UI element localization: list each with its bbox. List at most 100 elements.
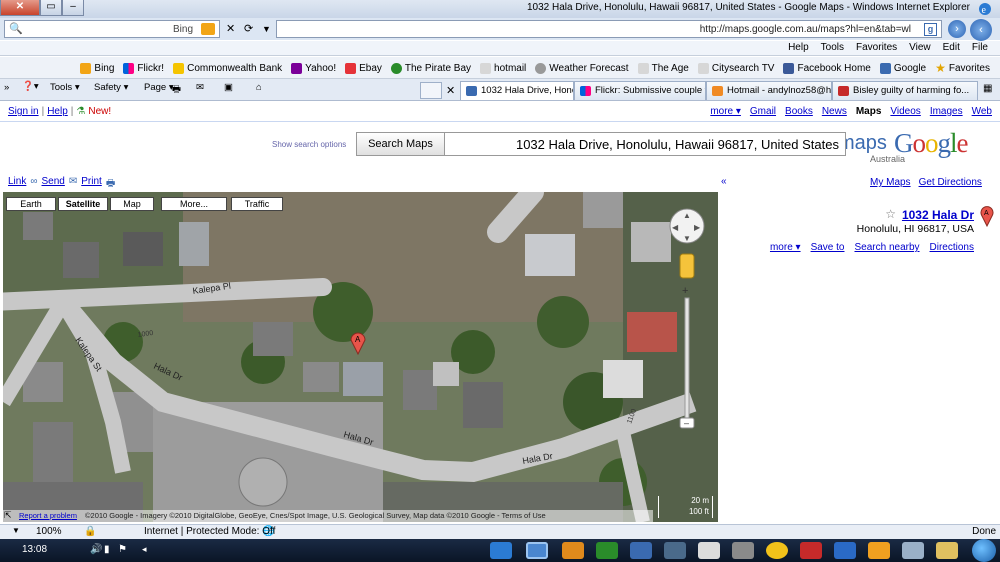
menu-view[interactable]: View	[909, 42, 931, 53]
gbar-web[interactable]: Web	[972, 106, 992, 117]
mail-icon[interactable]: ✉	[196, 82, 204, 93]
fav-hotmail[interactable]: hotmail	[480, 61, 526, 75]
zoom-control[interactable]: ▲ ▼ ◀ ▶ + –	[667, 206, 707, 436]
get-directions-link[interactable]: Get Directions	[919, 177, 982, 188]
fav-pirate-bay[interactable]: The Pirate Bay	[390, 61, 471, 75]
collapse-panel-button[interactable]: «	[721, 176, 727, 187]
fav-weather[interactable]: Weather Forecast	[535, 61, 629, 75]
google-maps-logo[interactable]: maps Google Australia	[838, 128, 994, 166]
result-name[interactable]: 1032 Hala Dr	[902, 208, 974, 222]
taskbar-app-icon[interactable]	[630, 542, 652, 559]
new-link[interactable]: New!	[88, 106, 111, 117]
close-tab-icon[interactable]: ✕	[446, 84, 455, 97]
print-icon[interactable]: 🖶	[172, 82, 181, 98]
cmd-page[interactable]: Page ▾	[144, 82, 174, 93]
fav-flickr[interactable]: Flickr!	[123, 61, 164, 75]
chevron-icon[interactable]: »	[4, 82, 9, 93]
search-nearby-link[interactable]: Search nearby	[854, 242, 919, 253]
window-close-button[interactable]: ✕	[0, 0, 40, 16]
map-marker-a[interactable]: A	[350, 332, 366, 356]
taskbar-app-icon[interactable]	[732, 542, 754, 559]
flag-icon[interactable]: ⚑	[118, 544, 127, 555]
link-link[interactable]: Link	[8, 176, 26, 190]
tab-hotmail[interactable]: Hotmail - andylnoz58@ho...	[706, 81, 832, 100]
map-type-map[interactable]: Map	[110, 197, 154, 211]
taskbar-app-icon[interactable]	[698, 542, 720, 559]
favorites-add-icon[interactable]: ▦	[983, 83, 992, 94]
menu-edit[interactable]: Edit	[943, 42, 960, 53]
star-icon[interactable]: ☆	[885, 207, 896, 221]
volume-icon[interactable]: 🔊	[90, 544, 102, 555]
satellite-map[interactable]: Kalepa Pl Kalepa St Hala Dr Hala Dr Hala…	[3, 192, 718, 522]
gbar-more[interactable]: more ▾	[710, 106, 741, 117]
window-minimize-button[interactable]: –	[62, 0, 84, 16]
taskbar-app-icon[interactable]	[562, 542, 584, 559]
search-icon[interactable]: 🔍	[9, 22, 23, 35]
tab-bisley[interactable]: Bisley guilty of harming fo...	[832, 81, 978, 100]
map-type-satellite[interactable]: Satellite	[58, 197, 108, 211]
help-link[interactable]: Help	[47, 106, 68, 117]
taskbar-active-icon[interactable]	[526, 542, 548, 559]
directions-link[interactable]: Directions	[930, 242, 974, 253]
cmd-safety[interactable]: Safety ▾	[94, 82, 128, 93]
home-icon[interactable]: ⌂	[256, 82, 262, 93]
menu-help[interactable]: Help	[788, 42, 809, 53]
new-tab-button[interactable]	[420, 82, 442, 99]
taskbar-app-icon[interactable]	[596, 542, 618, 559]
zoom-slider[interactable]	[684, 297, 690, 419]
fav-bing[interactable]: Bing	[80, 61, 114, 75]
fav-yahoo[interactable]: Yahoo!	[291, 61, 336, 75]
menu-favorites[interactable]: Favorites	[856, 42, 897, 53]
url-field[interactable]: http://maps.google.com.au/maps?hl=en&tab…	[276, 20, 942, 38]
fav-ebay[interactable]: Ebay	[345, 61, 382, 75]
map-type-earth[interactable]: Earth	[6, 197, 56, 211]
zoom-dropdown-icon[interactable]: ▼	[12, 526, 20, 535]
resize-corner-icon[interactable]: ⇱	[4, 510, 12, 521]
back-icon[interactable]: ‹	[970, 19, 992, 41]
map-type-traffic[interactable]: Traffic	[231, 197, 283, 211]
taskbar-folder-icon[interactable]	[936, 542, 958, 559]
gbar-books[interactable]: Books	[785, 106, 813, 117]
fav-google[interactable]: Google	[879, 61, 926, 75]
feeds-icon[interactable]: ▣	[224, 82, 233, 93]
report-problem-link[interactable]: Report a problem	[19, 511, 77, 520]
taskbar-messenger-icon[interactable]	[766, 542, 788, 559]
send-link[interactable]: Send	[42, 176, 65, 190]
tab-flickr[interactable]: Flickr: Submissive couple f...	[574, 81, 706, 100]
zoom-in-icon[interactable]: +	[682, 285, 688, 297]
result-more-link[interactable]: more ▾	[770, 242, 801, 253]
cmd-tools[interactable]: Tools ▾	[50, 82, 80, 93]
refresh-icon[interactable]: ⟳	[244, 22, 253, 35]
maps-search-input[interactable]	[447, 133, 843, 155]
taskbar-ie-icon[interactable]	[490, 542, 512, 559]
taskbar-app-icon[interactable]	[834, 542, 856, 559]
search-maps-button[interactable]: Search Maps	[357, 133, 445, 155]
bing-search-input[interactable]: 🔍 Bing	[4, 20, 220, 38]
favorites-button[interactable]: ★ Favorites	[935, 61, 990, 75]
forward-icon[interactable]: ›	[948, 20, 966, 38]
print-link[interactable]: Print	[81, 176, 102, 190]
fav-commbank[interactable]: Commonwealth Bank	[173, 61, 282, 75]
taskbar-app-icon[interactable]	[800, 542, 822, 559]
help-icon[interactable]: ❓▾	[22, 81, 39, 92]
taskbar-folder-icon[interactable]	[868, 542, 890, 559]
network-icon[interactable]: ▮	[104, 544, 110, 555]
gbar-videos[interactable]: Videos	[890, 106, 920, 117]
sign-in-link[interactable]: Sign in	[8, 106, 39, 117]
my-maps-link[interactable]: My Maps	[870, 177, 911, 188]
show-search-options-link[interactable]: Show search options	[272, 140, 346, 149]
fav-the-age[interactable]: The Age	[637, 61, 689, 75]
taskbar-app-icon[interactable]	[664, 542, 686, 559]
menu-tools[interactable]: Tools	[821, 42, 844, 53]
tray-expand-icon[interactable]: ◂	[142, 544, 147, 555]
fav-facebook[interactable]: Facebook Home	[783, 61, 871, 75]
window-maximize-button[interactable]: ▭	[40, 0, 62, 16]
pegman-icon[interactable]	[679, 253, 695, 279]
tab-google-maps[interactable]: 1032 Hala Drive, Honol...	[460, 81, 574, 100]
gbar-gmail[interactable]: Gmail	[750, 106, 776, 117]
gbar-images[interactable]: Images	[930, 106, 963, 117]
menu-file[interactable]: File	[972, 42, 988, 53]
fav-citysearch[interactable]: Citysearch TV	[697, 61, 774, 75]
start-button[interactable]	[972, 539, 996, 562]
address-dropdown-icon[interactable]: ▼	[262, 24, 271, 34]
